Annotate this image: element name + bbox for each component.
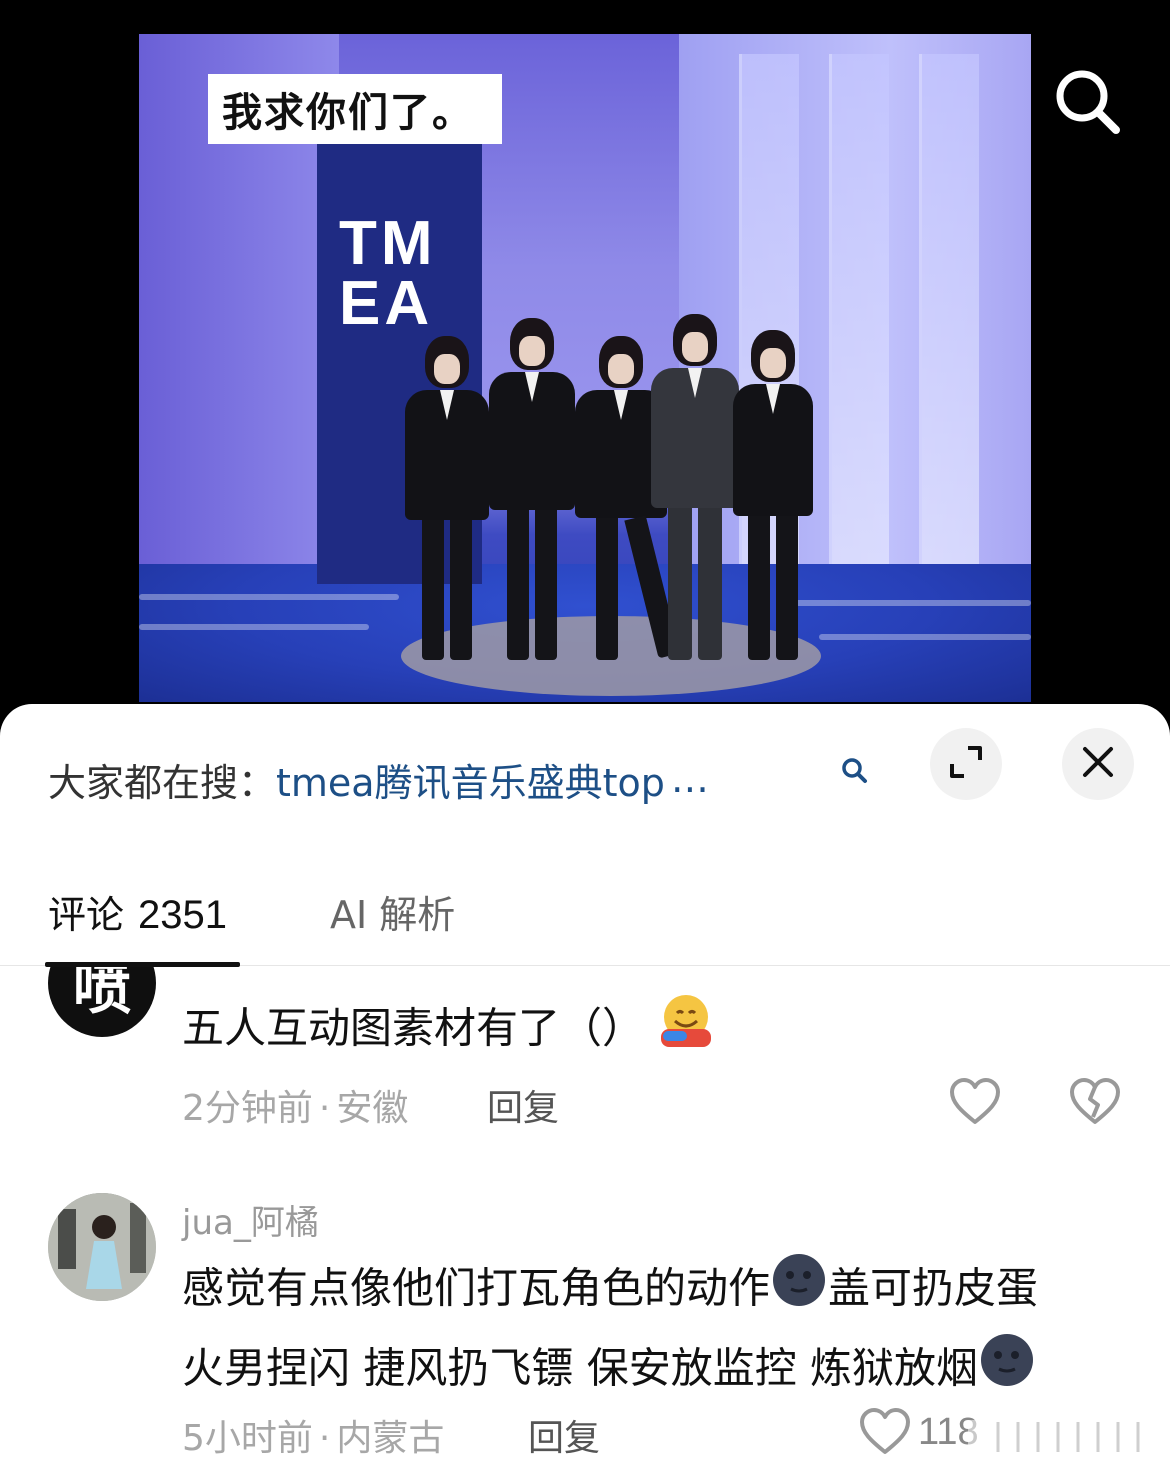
heart-icon[interactable] (948, 1077, 1002, 1131)
comment-list[interactable]: 喷 五人互动图素材有了（） 2分钟前 · 安徽 回复 jua_阿橘 感觉有点像他… (0, 967, 1170, 1475)
heart-icon[interactable] (858, 1407, 912, 1461)
hugging-face-emoji (657, 991, 715, 1071)
avatar[interactable] (48, 1193, 156, 1301)
suggestion-prefix: 大家都在搜： (48, 760, 277, 805)
expand-button[interactable] (930, 728, 1002, 800)
comment-username[interactable]: jua_阿橘 (182, 1195, 319, 1244)
avatar-text: 喷 (72, 967, 131, 1022)
performer (733, 330, 813, 660)
tab-ai-label: AI 解析 (330, 893, 456, 937)
close-icon (1078, 742, 1118, 786)
performer (489, 318, 575, 660)
comment-text: 感觉有点像他们打瓦角色的动作 盖可扔皮蛋 火男捏闪 捷风扔飞镖 保安放监控 炼狱放… (182, 1251, 1142, 1411)
tab-comments-label: 评论 (48, 893, 125, 937)
new-moon-face-emoji (770, 1251, 828, 1331)
suggestion-ellipsis: … (670, 757, 709, 801)
tab-ai-analysis[interactable]: AI 解析 (330, 884, 455, 939)
broken-heart-icon[interactable] (1068, 1077, 1122, 1131)
comment-meta: 2分钟前 · 安徽 (182, 1088, 409, 1129)
comment-meta: 5小时前 · 内蒙古 (182, 1418, 445, 1459)
avatar[interactable]: 喷 (48, 967, 156, 1037)
tmea-logo: TM EA (339, 209, 437, 338)
watermark (968, 1410, 1158, 1460)
stage-panel (829, 54, 889, 574)
tab-comments[interactable]: 评论 2351 (48, 884, 227, 939)
new-moon-face-emoji (978, 1331, 1036, 1411)
stage-panel (919, 54, 979, 574)
reply-button[interactable]: 回复 (528, 1409, 600, 1461)
suggestion-query-link[interactable]: tmea腾讯音乐盛典top (276, 752, 665, 807)
tab-comments-count: 2351 (138, 893, 227, 937)
comment-text: 五人互动图素材有了（） (182, 991, 715, 1071)
search-icon[interactable] (840, 756, 868, 784)
video-caption: 我求你们了。 (208, 74, 502, 144)
video-caption-text: 我求你们了。 (222, 90, 474, 136)
performer (405, 336, 489, 660)
close-button[interactable] (1062, 728, 1134, 800)
comment-tabs: 评论 2351 AI 解析 (0, 874, 1170, 967)
search-suggestion[interactable]: 大家都在搜： tmea腾讯音乐盛典top … (48, 752, 888, 806)
reply-button[interactable]: 回复 (487, 1079, 559, 1131)
search-icon[interactable] (1052, 66, 1124, 138)
video-player[interactable]: TM EA 我求你们了。 (0, 0, 1170, 720)
comment-sheet: 大家都在搜： tmea腾讯音乐盛典top … 评论 2351 AI 解析 喷 五… (0, 704, 1170, 1475)
expand-icon (946, 742, 986, 786)
performer (651, 314, 739, 660)
